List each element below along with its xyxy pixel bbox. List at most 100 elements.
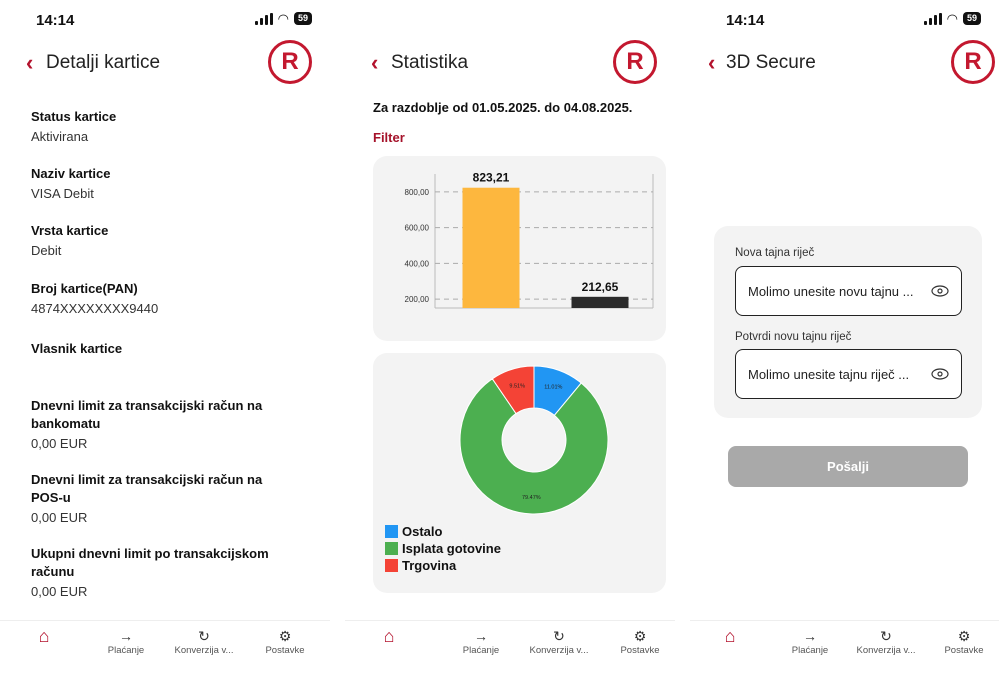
bank-logo: R [268,40,312,84]
status-bar: 14:14 ◠ 59 [690,10,999,32]
arrow-right-icon: → [119,628,133,644]
donut-chart-card: 11.01% 79.47% 9.51% Ostalo Isplata gotovin… [373,353,666,593]
field-card-status: Status kartice Aktivirana [31,108,311,145]
system-icons: ◠ 59 [923,12,981,25]
field-label: Naziv kartice [31,166,111,181]
legend-swatch [385,559,398,572]
input-placeholder: Molimo unesite novu tajnu ... [748,283,914,299]
nav-conversion[interactable]: ↻ Konverzija v... [519,627,599,656]
signal-icon [923,12,942,25]
bar [462,187,520,308]
nav-settings[interactable]: ⚙ Postavke [245,627,325,656]
battery-icon: 59 [962,12,981,25]
refresh-icon: ↻ [198,628,210,644]
nav-settings[interactable]: ⚙ Postavke [600,627,675,656]
back-icon[interactable]: ‹ [708,52,715,74]
field-label: Vrsta kartice [31,223,109,238]
nav-label: Konverzija v... [856,645,916,656]
field-card-name: Naziv kartice VISA Debit [31,165,311,202]
bank-logo: R [613,40,657,84]
field-value: 4874XXXXXXXX9440 [31,301,159,316]
field-value: Aktivirana [31,129,89,144]
field-atm-limit: Dnevni limit za transakcijski račun na b… [31,397,291,452]
input-placeholder: Molimo unesite tajnu riječ ... [748,366,910,382]
legend-swatch [385,542,398,555]
legend-item: Isplata gotovine [385,540,501,557]
home-icon: ⌂ [383,626,395,646]
confirm-secret-input[interactable]: Molimo unesite tajnu riječ ... [735,349,962,399]
nav-home[interactable]: ⌂ [690,627,770,645]
status-time: 14:14 [726,12,765,29]
field-card-holder: Vlasnik kartice [31,340,311,361]
arrow-right-icon: → [803,628,817,644]
legend-item: Ostalo [385,523,501,540]
eye-icon[interactable] [931,368,949,380]
3d-secure-screen: 14:14 ◠ 59 ‹ 3D Secure R Nova tajna rije… [690,0,999,684]
new-secret-input[interactable]: Molimo unesite novu tajnu ... [735,266,962,316]
page-title: Detalji kartice [46,52,161,73]
slice-label: 79.47% [522,495,541,501]
header: ‹ Statistika R [345,40,675,90]
nav-label: Postavke [944,645,984,656]
chart-legend: Ostalo Isplata gotovine Trgovina [385,523,501,574]
status-bar: 14:14 ◠ 59 [0,10,330,32]
bottom-nav: ⌂ → Plaćanje ↻ Konverzija v... ⚙ Postavke [345,620,675,670]
nav-label: Konverzija v... [529,645,589,656]
new-secret-label: Nova tajna riječ [735,247,815,259]
system-icons: ◠ 59 [254,10,312,26]
y-tick-label: 200,00 [405,295,430,304]
nav-home[interactable]: ⌂ [349,627,429,645]
refresh-icon: ↻ [880,628,892,644]
nav-label: Konverzija v... [174,645,234,656]
nav-label: Plaćanje [791,645,829,656]
y-tick-label: 600,00 [405,224,430,233]
field-label: Status kartice [31,109,117,124]
field-value: Debit [31,243,62,258]
nav-payments[interactable]: → Plaćanje [441,627,521,656]
nav-label: Postavke [265,645,305,656]
field-value: 0,00 EUR [31,510,88,525]
gear-icon: ⚙ [278,628,292,644]
battery-icon: 59 [293,12,312,25]
nav-conversion[interactable]: ↻ Konverzija v... [846,627,926,656]
eye-icon[interactable] [931,285,949,297]
field-label: Dnevni limit za transakcijski račun na P… [31,472,263,505]
arrow-right-icon: → [474,628,488,644]
nav-label: Plaćanje [462,645,500,656]
refresh-icon: ↻ [553,628,565,644]
home-icon: ⌂ [724,626,736,646]
y-tick-label: 400,00 [405,259,430,268]
bar-value-label: 212,65 [582,280,619,294]
bank-logo: R [951,40,995,84]
wifi-icon: ◠ [277,10,289,26]
nav-payments[interactable]: → Plaćanje [86,627,166,656]
status-time: 14:14 [36,12,75,29]
nav-conversion[interactable]: ↻ Konverzija v... [164,627,244,656]
period-text: Za razdoblje od 01.05.2025. do 04.08.202… [373,100,633,115]
back-icon[interactable]: ‹ [371,52,378,74]
field-label: Ukupni dnevni limit po transakcijskom ra… [31,546,269,579]
slice-label: 11.01% [544,384,562,390]
bar-value-label: 823,21 [473,171,510,185]
bar-chart-card: 800,00 600,00 400,00 200,00 823,21 212,65 [373,156,666,341]
submit-button[interactable]: Pošalji [728,446,968,487]
field-value: VISA Debit [31,186,94,201]
legend-swatch [385,525,398,538]
field-value: 0,00 EUR [31,584,88,599]
y-tick-label: 800,00 [405,188,430,197]
bar [571,296,629,308]
nav-settings[interactable]: ⚙ Postavke [924,627,999,656]
nav-label: Postavke [620,645,660,656]
field-card-pan: Broj kartice(PAN) 4874XXXXXXXX9440 [31,280,311,317]
confirm-secret-label: Potvrdi novu tajnu riječ [735,331,852,343]
nav-payments[interactable]: → Plaćanje [770,627,850,656]
donut-chart: 11.01% 79.47% 9.51% [459,365,609,515]
legend-label: Ostalo [402,524,443,539]
nav-home[interactable]: ⌂ [4,627,84,645]
field-label: Dnevni limit za transakcijski račun na b… [31,398,263,431]
field-card-type: Vrsta kartice Debit [31,222,311,259]
back-icon[interactable]: ‹ [26,52,33,74]
filter-link[interactable]: Filter [373,130,405,145]
statistics-screen: ‹ Statistika R Za razdoblje od 01.05.202… [345,0,675,684]
password-form: Nova tajna riječ Molimo unesite novu taj… [714,226,982,418]
